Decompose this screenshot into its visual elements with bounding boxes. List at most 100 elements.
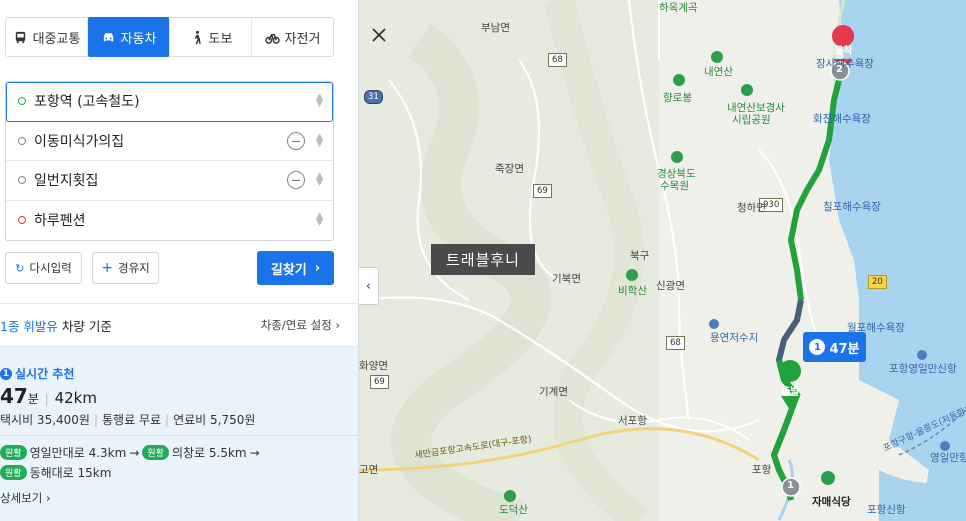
road-shield: 69 [533,184,552,198]
tab-car[interactable]: 자동차 [88,17,170,57]
drag-handle-icon[interactable]: ▲ ▼ [316,172,323,188]
tab-transit[interactable]: 대중교통 [6,18,88,56]
plus-icon: + [101,260,113,276]
map-label: 시립공원 [732,114,771,126]
walk-icon [194,30,201,44]
fuel-cost: 연료비 5,750원 [173,413,256,427]
vehicle-settings-label: 차종/연료 설정 [260,318,332,332]
divider [0,435,358,436]
stop-via-1[interactable]: 이동미식가의집 ▲ ▼ [6,122,333,161]
stop-via-2-label: 일번지횟집 [34,173,99,190]
road-shield: 20 [868,275,887,289]
tab-car-label: 자동차 [120,31,157,47]
tab-walk[interactable]: 도보 [170,18,252,56]
remove-stop-icon[interactable] [287,131,305,150]
stop-end[interactable]: 하루펜션 ▲ ▼ [6,201,333,241]
route-stops: 포항역 (고속철도) ▲ ▼ 이동미식가의집 ▲ ▼ 일번지횟집 ▲ ▼ 하루펜션 ▲… [5,81,334,241]
map-label: 신광면 [656,280,685,292]
chevron-right-icon: › [314,260,321,276]
divider [0,303,358,304]
map-label: 고면 [359,464,379,476]
route-distance: 42km [54,389,97,407]
bubble-rank: 1 [809,339,826,355]
route-cost: 택시비 35,400원 | 통행료 무료 | 연료비 5,750원 [0,413,256,427]
map-label: 포항신항 [867,504,906,516]
route-type: 1 실시간 추천 [0,365,74,382]
map-label: 포항 [752,464,772,476]
road-1: 영일만대로 4.3km [29,446,127,460]
map-label: 하옥계곡 [659,2,698,14]
directions-panel: 대중교통 자동차 도보 자전거 포항역 (고속철도) ▲ ▼ 이동미식가의집 ▲ ▼ [0,0,359,521]
search-label: 길찾기 [270,262,307,278]
traffic-badge: 원활 [142,445,169,460]
map-label: 수목원 [660,180,689,192]
road-summary-line-2: 원활 동해대로 15km [0,464,111,481]
stop-via-2[interactable]: 일번지횟집 ▲ ▼ [6,161,333,201]
waypoint-label: 경유지 [117,261,150,275]
bus-icon [15,31,25,43]
close-icon[interactable] [368,24,390,46]
transport-mode-tabs: 대중교통 자동차 도보 자전거 [5,17,334,57]
traffic-badge: 원활 [0,465,27,480]
map-label: 도덕산 [499,504,528,516]
details-label: 상세보기 [0,491,43,505]
rank-badge: 1 [0,367,12,380]
remove-stop-icon[interactable] [287,171,305,189]
vehicle-row: 1종 휘발유 차량 기준 차종/연료 설정 › [0,316,340,335]
map-label: 부남면 [481,22,510,34]
stop-start[interactable]: 포항역 (고속철도) ▲ ▼ [6,82,333,122]
bubble-time: 47분 [829,341,860,357]
add-waypoint-button[interactable]: + 경유지 [92,252,159,284]
tab-walk-label: 도보 [208,31,233,47]
car-icon [103,32,113,41]
via-dot-icon [18,136,26,145]
watermark: 트래블후니 [431,244,535,275]
expressway-shield: 31 [364,90,383,104]
stop-via-1-label: 이동미식가의집 [34,133,125,150]
vehicle-settings-link[interactable]: 차종/연료 설정 › [261,317,340,333]
map-label: 내연산 [704,66,733,78]
reset-button[interactable]: ↻ 다시입력 [5,252,82,284]
stop-end-label: 하루펜션 [34,213,86,230]
map-label: 용연저수지 [710,332,759,344]
map-label: 칠포해수욕장 [823,201,881,213]
waypoint-pin-1[interactable]: 1 [787,480,794,491]
map-label: 죽장면 [495,163,524,175]
map-label: 기북면 [552,273,581,285]
road-3: 동해대로 15km [29,466,112,480]
via-dot-icon [18,176,26,185]
end-marker-label: 도착 [834,46,853,57]
map-label: 화진해수욕장 [813,113,871,125]
map-label: 자매식당 [812,496,851,508]
road-shield: 68 [548,53,567,67]
vehicle-suffix: 차량 기준 [61,319,112,334]
search-route-button[interactable]: 길찾기 › [257,251,334,285]
collapse-panel-button[interactable]: ‹ [359,267,379,305]
map-label: 기계면 [539,386,568,398]
end-dot-icon [18,216,26,225]
map-label: 서포항 [618,415,647,427]
route-result-card[interactable]: 1 실시간 추천 47분 | 42km 택시비 35,400원 | 통행료 무료 | 연… [0,346,358,521]
waypoint-pin-2[interactable]: 2 [836,64,843,75]
toll-fee: 통행료 무료 [102,413,162,427]
drag-handle-icon[interactable]: ▲ ▼ [316,211,323,227]
fuel-type[interactable]: 1종 휘발유 [0,319,58,334]
chevron-left-icon: ‹ [365,278,372,294]
tab-bicycle-label: 자전거 [284,31,321,47]
tab-bicycle[interactable]: 자전거 [252,18,333,56]
route-type-label: 실시간 추천 [15,367,75,381]
details-link[interactable]: 상세보기 › [0,490,51,506]
map-label: 청하면 [737,202,766,214]
map-label: 북구 [630,250,650,262]
duration-minutes: 47 [0,384,28,408]
duration-unit: 분 [27,392,39,406]
reset-label: 다시입력 [29,261,72,275]
map-label: 장사해수욕장 [816,58,874,70]
map-label: 포항영일만신항 [889,363,957,375]
start-dot-icon [18,97,26,106]
road-shield: 68 [666,336,685,350]
map-label: 비학산 [618,285,647,297]
drag-handle-icon[interactable]: ▲ ▼ [316,132,323,148]
route-time-bubble[interactable]: 1 47분 [803,332,866,362]
drag-handle-icon[interactable]: ▲ ▼ [316,93,323,109]
